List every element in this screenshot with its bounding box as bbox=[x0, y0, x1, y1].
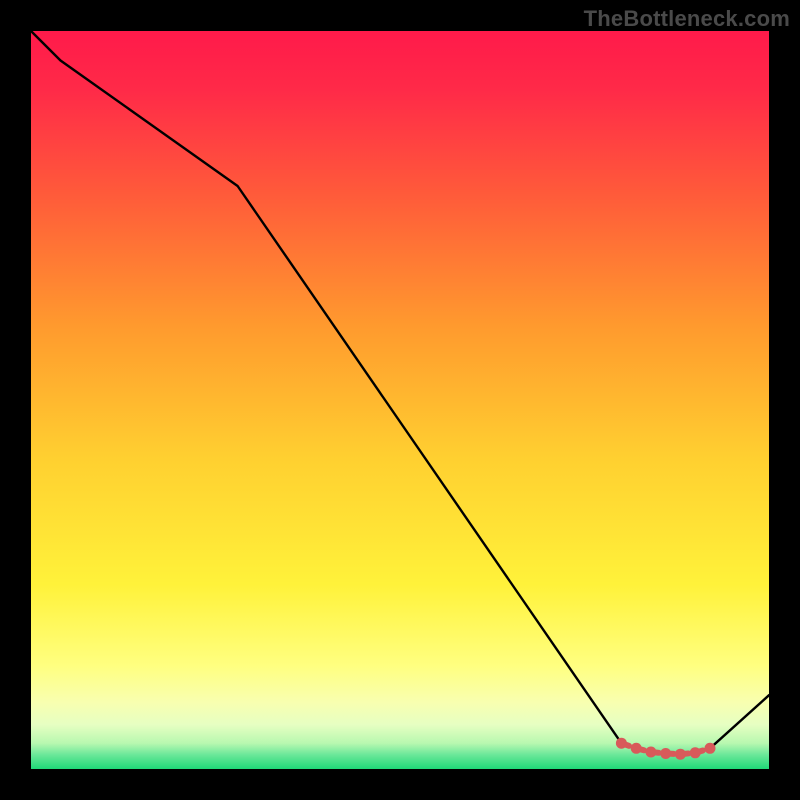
data-marker bbox=[616, 738, 627, 749]
chart-frame: TheBottleneck.com bbox=[0, 0, 800, 800]
data-marker bbox=[660, 748, 671, 759]
data-marker bbox=[631, 743, 642, 754]
watermark-text: TheBottleneck.com bbox=[584, 6, 790, 32]
chart-svg bbox=[31, 31, 769, 769]
data-marker bbox=[645, 747, 656, 758]
gradient-background bbox=[31, 31, 769, 769]
data-marker bbox=[705, 743, 716, 754]
plot-area bbox=[31, 31, 769, 769]
data-marker bbox=[675, 749, 686, 760]
data-marker bbox=[690, 747, 701, 758]
